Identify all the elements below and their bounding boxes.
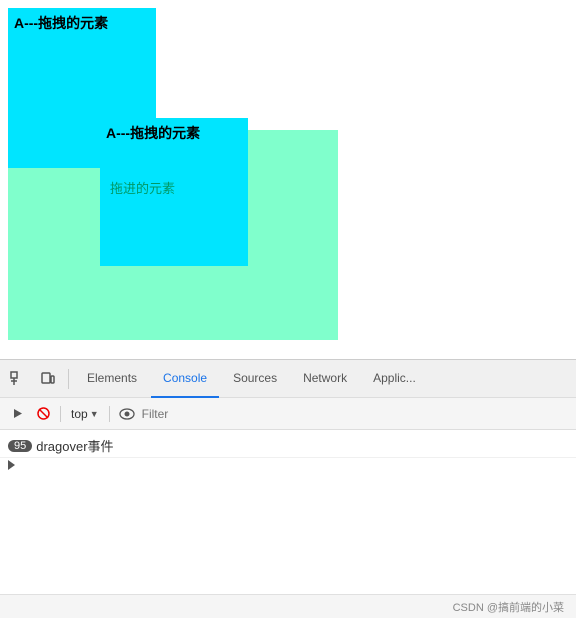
tab-separator-1 xyxy=(68,369,69,389)
tab-application[interactable]: Applic... xyxy=(361,360,428,398)
console-log-row: 95 dragover事件 xyxy=(0,434,576,458)
chevron-right-icon xyxy=(8,460,15,470)
top-label: top xyxy=(71,407,88,421)
play-btn[interactable] xyxy=(6,403,28,425)
devtools-panel: Elements Console Sources Network Applic.… xyxy=(0,360,576,594)
console-expand-row[interactable] xyxy=(0,458,576,472)
log-badge: 95 xyxy=(8,440,32,452)
top-selector[interactable]: top ▼ xyxy=(67,403,103,425)
dropdown-icon: ▼ xyxy=(90,409,99,419)
tab-sources[interactable]: Sources xyxy=(221,360,289,398)
play-icon xyxy=(11,407,24,420)
main-canvas: B---A被拖进的元素 A---拖拽的元素 A---拖拽的元素 拖进的元素 xyxy=(0,0,576,360)
inspect-icon-btn[interactable] xyxy=(4,365,32,393)
tab-network[interactable]: Network xyxy=(291,360,359,398)
eye-svg xyxy=(119,408,135,420)
log-text: dragover事件 xyxy=(36,436,113,455)
inspect-icon xyxy=(10,371,26,387)
footer: CSDN @搞前端的小菜 xyxy=(0,594,576,618)
console-content: 95 dragover事件 xyxy=(0,430,576,594)
device-icon xyxy=(40,371,56,387)
console-separator-1 xyxy=(60,406,61,422)
tab-elements[interactable]: Elements xyxy=(75,360,149,398)
console-toolbar: top ▼ xyxy=(0,398,576,430)
console-separator-2 xyxy=(109,406,110,422)
filter-input[interactable] xyxy=(142,403,570,425)
drag-hint-text: 拖进的元素 xyxy=(110,178,175,197)
stop-icon xyxy=(37,407,50,420)
tab-console[interactable]: Console xyxy=(151,360,219,398)
device-icon-btn[interactable] xyxy=(34,365,62,393)
footer-text: CSDN @搞前端的小菜 xyxy=(453,599,564,615)
devtools-tabbar: Elements Console Sources Network Applic.… xyxy=(0,360,576,398)
element-a-label: A---拖拽的元素 xyxy=(14,14,108,32)
eye-icon[interactable] xyxy=(116,403,138,425)
stop-btn[interactable] xyxy=(32,403,54,425)
element-a-drag-label: A---拖拽的元素 xyxy=(106,124,200,142)
